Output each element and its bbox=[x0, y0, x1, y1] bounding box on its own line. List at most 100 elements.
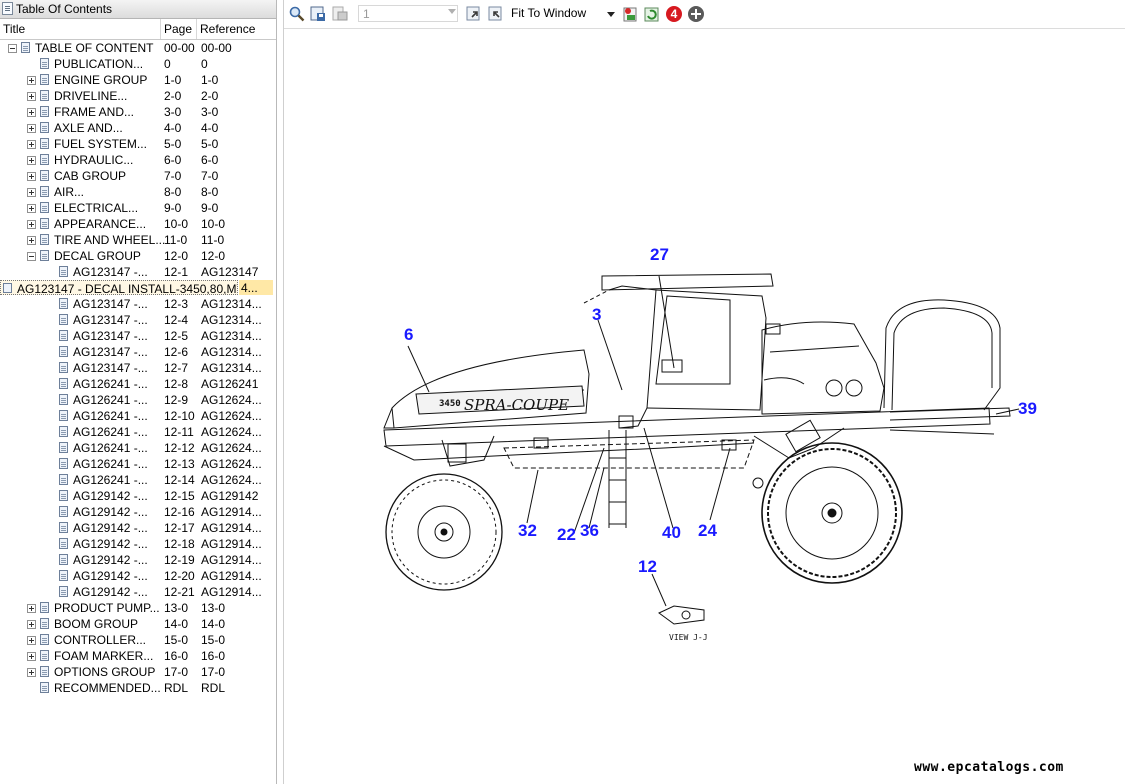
print-icon[interactable] bbox=[331, 5, 349, 23]
selected-tree-row[interactable]: AG123147 - DECAL INSTALL-3450,80,MT 4... bbox=[0, 280, 276, 296]
expand-icon[interactable] bbox=[27, 108, 36, 117]
page-dropdown-chevron-icon[interactable] bbox=[448, 9, 456, 14]
tree-row[interactable]: PRODUCT PUMP... 13-0 13-0 bbox=[0, 600, 276, 616]
magnifier-icon[interactable] bbox=[288, 5, 306, 23]
tree-row-label: ENGINE GROUP bbox=[54, 73, 148, 87]
selected-row-page[interactable]: 4... bbox=[239, 280, 273, 295]
tree-row-label: AIR... bbox=[54, 185, 85, 199]
tree-row[interactable]: OPTIONS GROUP 17-0 17-0 bbox=[0, 664, 276, 680]
tree-row-page: 14-0 bbox=[164, 617, 189, 631]
tree-row-reference: 8-0 bbox=[201, 185, 219, 199]
tree-row-reference: 10-0 bbox=[201, 217, 226, 231]
page-number-input[interactable]: 1 bbox=[358, 5, 458, 22]
tree-row[interactable]: ELECTRICAL... 9-0 9-0 bbox=[0, 200, 276, 216]
leader-27 bbox=[658, 275, 675, 369]
zoom-select[interactable]: Fit To Window bbox=[511, 6, 586, 20]
expand-icon[interactable] bbox=[27, 124, 36, 133]
tree-row[interactable]: AG129142 -... 12-18 AG12914... bbox=[0, 536, 276, 552]
tree-row-label: AG126241 -... bbox=[73, 393, 148, 407]
add-icon[interactable] bbox=[688, 6, 704, 22]
expand-icon[interactable] bbox=[27, 604, 36, 613]
tree-row[interactable]: AG129142 -... 12-19 AG12914... bbox=[0, 552, 276, 568]
column-reference-header[interactable]: Reference bbox=[197, 19, 276, 39]
tree-row[interactable]: AXLE AND... 4-0 4-0 bbox=[0, 120, 276, 136]
tree-row[interactable]: HYDRAULIC... 6-0 6-0 bbox=[0, 152, 276, 168]
tree-row-reference: 00-00 bbox=[201, 41, 232, 55]
tree-row-reference: AG12914... bbox=[201, 505, 262, 519]
expand-icon[interactable] bbox=[27, 204, 36, 213]
tree-row-reference: 14-0 bbox=[201, 617, 226, 631]
tree-row[interactable]: FOAM MARKER... 16-0 16-0 bbox=[0, 648, 276, 664]
tree-row[interactable]: AG126241 -... 12-13 AG12624... bbox=[0, 456, 276, 472]
tree-row[interactable]: AG129142 -... 12-21 AG12914... bbox=[0, 584, 276, 600]
tree-row[interactable]: DECAL GROUP 12-0 12-0 bbox=[0, 248, 276, 264]
expand-icon[interactable] bbox=[27, 220, 36, 229]
callout-22: 22 bbox=[557, 525, 576, 544]
expand-icon[interactable] bbox=[27, 620, 36, 629]
collapse-icon[interactable] bbox=[27, 252, 36, 261]
expand-icon[interactable] bbox=[27, 156, 36, 165]
prev-page-icon[interactable] bbox=[465, 5, 483, 23]
tree-row[interactable]: PUBLICATION... 0 0 bbox=[0, 56, 276, 72]
tree-row[interactable]: AG126241 -... 12-14 AG12624... bbox=[0, 472, 276, 488]
tree-row[interactable]: AG123147 -... 12-4 AG12314... bbox=[0, 312, 276, 328]
tree-row[interactable]: FRAME AND... 3-0 3-0 bbox=[0, 104, 276, 120]
tree-row[interactable]: AG123147 -... 12-3 AG12314... bbox=[0, 296, 276, 312]
document-icon bbox=[59, 538, 68, 549]
save-page-icon[interactable] bbox=[309, 5, 327, 23]
refresh-icon[interactable] bbox=[643, 5, 661, 23]
expand-icon[interactable] bbox=[27, 652, 36, 661]
expand-icon[interactable] bbox=[27, 236, 36, 245]
expand-icon[interactable] bbox=[27, 668, 36, 677]
tree-row[interactable]: AG123147 -... 12-7 AG12314... bbox=[0, 360, 276, 376]
tree-row[interactable]: AG123147 -... 12-6 AG12314... bbox=[0, 344, 276, 360]
tree-row[interactable]: RECOMMENDED... RDL RDL bbox=[0, 680, 276, 696]
pane-title: Table Of Contents bbox=[16, 2, 113, 16]
tree-row[interactable]: BOOM GROUP 14-0 14-0 bbox=[0, 616, 276, 632]
tree-row[interactable]: AG123147 -... 12-1 AG123147 bbox=[0, 264, 276, 280]
tree-row-page: 12-11 bbox=[164, 425, 194, 439]
tree-row[interactable]: AG126241 -... 12-9 AG12624... bbox=[0, 392, 276, 408]
column-page-header[interactable]: Page bbox=[161, 19, 197, 39]
notification-badge[interactable]: 4 bbox=[666, 6, 682, 22]
tree-row[interactable]: CONTROLLER... 15-0 15-0 bbox=[0, 632, 276, 648]
export-icon[interactable] bbox=[621, 5, 639, 23]
tree-row[interactable]: AIR... 8-0 8-0 bbox=[0, 184, 276, 200]
zoom-dropdown-chevron-icon[interactable] bbox=[607, 12, 615, 17]
selected-row-label[interactable]: AG123147 - DECAL INSTALL-3450,80,MT bbox=[0, 280, 238, 295]
tree-row-label: AG129142 -... bbox=[73, 553, 148, 567]
tree-row[interactable]: AG126241 -... 12-11 AG12624... bbox=[0, 424, 276, 440]
boom-rack-inner bbox=[891, 307, 993, 411]
expand-icon[interactable] bbox=[27, 188, 36, 197]
boom-arm bbox=[889, 407, 1011, 421]
tree-row[interactable]: AG123147 -... 12-5 AG12314... bbox=[0, 328, 276, 344]
tree-row[interactable]: TIRE AND WHEEL... 11-0 11-0 bbox=[0, 232, 276, 248]
tree-row[interactable]: DRIVELINE... 2-0 2-0 bbox=[0, 88, 276, 104]
tree-row[interactable]: AG129142 -... 12-17 AG12914... bbox=[0, 520, 276, 536]
document-icon bbox=[40, 90, 49, 101]
expand-icon[interactable] bbox=[27, 636, 36, 645]
tree-row[interactable]: AG129142 -... 12-20 AG12914... bbox=[0, 568, 276, 584]
next-page-icon[interactable] bbox=[487, 5, 505, 23]
expand-icon[interactable] bbox=[27, 172, 36, 181]
document-icon bbox=[40, 682, 49, 693]
tree-row[interactable]: FUEL SYSTEM... 5-0 5-0 bbox=[0, 136, 276, 152]
tree-row[interactable]: AG126241 -... 12-8 AG126241 bbox=[0, 376, 276, 392]
tree-row[interactable]: ENGINE GROUP 1-0 1-0 bbox=[0, 72, 276, 88]
column-title-header[interactable]: Title bbox=[0, 19, 161, 39]
tree-row[interactable]: CAB GROUP 7-0 7-0 bbox=[0, 168, 276, 184]
expand-icon[interactable] bbox=[27, 76, 36, 85]
tree-row[interactable]: AG129142 -... 12-16 AG12914... bbox=[0, 504, 276, 520]
tree-row[interactable]: AG129142 -... 12-15 AG129142 bbox=[0, 488, 276, 504]
tree-row[interactable]: AG126241 -... 12-10 AG12624... bbox=[0, 408, 276, 424]
expand-icon[interactable] bbox=[27, 140, 36, 149]
tree-row-label: AG129142 -... bbox=[73, 569, 148, 583]
tree-row[interactable]: TABLE OF CONTENT 00-00 00-00 bbox=[0, 40, 276, 56]
tree-row[interactable]: APPEARANCE... 10-0 10-0 bbox=[0, 216, 276, 232]
expand-icon[interactable] bbox=[27, 92, 36, 101]
tree-row[interactable]: AG126241 -... 12-12 AG12624... bbox=[0, 440, 276, 456]
tank-port bbox=[845, 379, 863, 397]
tree-row-label: DRIVELINE... bbox=[54, 89, 128, 103]
tree-row-label: AG129142 -... bbox=[73, 505, 148, 519]
collapse-icon[interactable] bbox=[8, 44, 17, 53]
